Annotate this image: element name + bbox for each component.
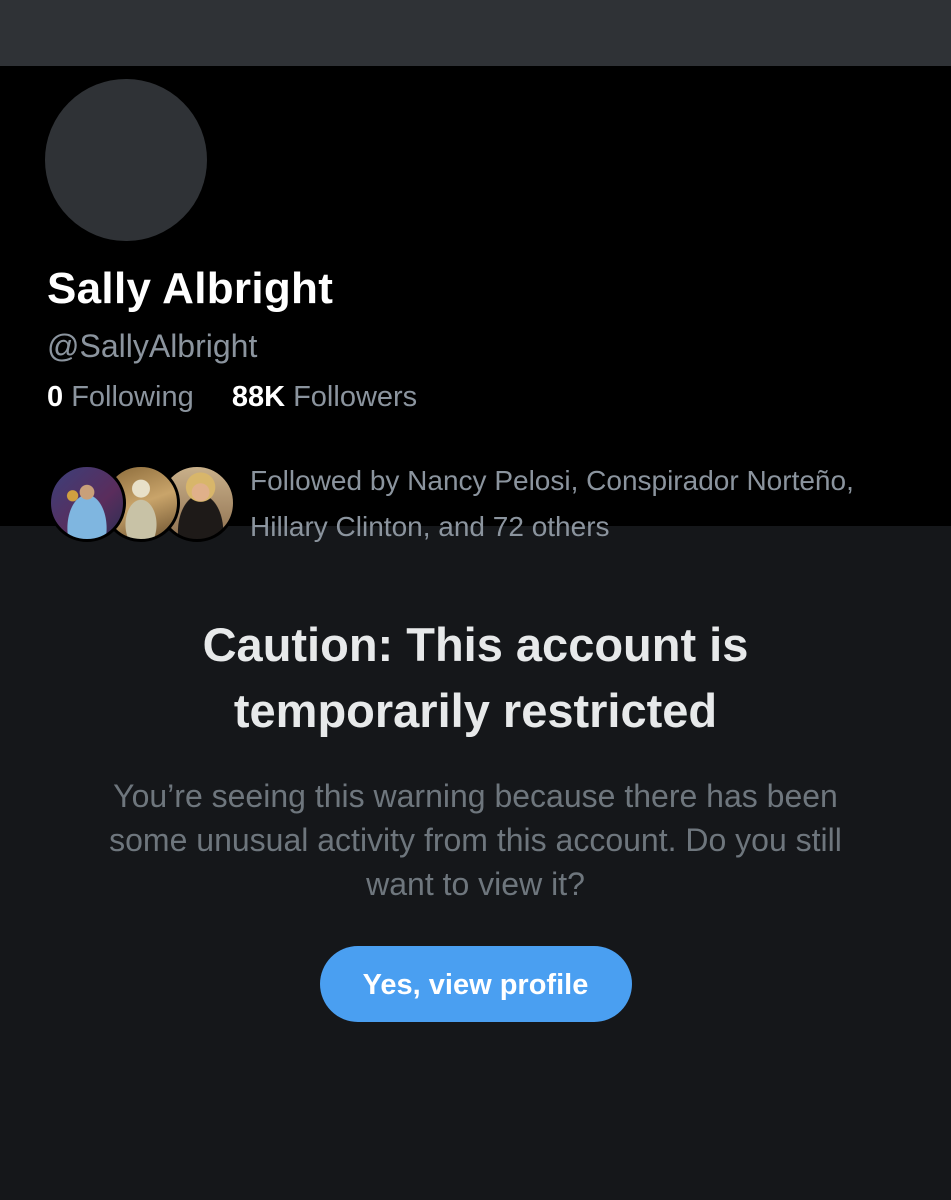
profile-banner[interactable] — [0, 0, 951, 66]
followers-label: Followers — [293, 381, 418, 413]
warning-body: You’re seeing this warning because there… — [109, 778, 842, 902]
followers-count: 88K — [231, 381, 286, 413]
followed-by-text: Followed by Nancy Pelosi, Conspirador No… — [250, 465, 854, 542]
profile-page: Sally Albright @SallyAlbright 0 Followin… — [0, 0, 951, 1200]
followed-by-row[interactable]: Followed by Nancy Pelosi, Conspirador No… — [48, 458, 928, 548]
warning-title: Caution: This account is temporarily res… — [202, 618, 749, 737]
restriction-warning: Caution: This account is temporarily res… — [0, 612, 951, 1022]
avatar[interactable] — [40, 74, 212, 246]
follow-stats: 0 Following 88K Followers — [47, 381, 417, 414]
handle: @SallyAlbright — [47, 328, 258, 364]
following-label: Following — [71, 381, 194, 413]
followers-link[interactable]: 88K Followers — [232, 381, 417, 413]
display-name: Sally Albright — [47, 264, 334, 313]
profile-header: Sally Albright @SallyAlbright 0 Followin… — [0, 66, 951, 542]
following-count: 0 — [47, 381, 64, 413]
view-profile-button[interactable]: Yes, view profile — [319, 946, 632, 1022]
follower-avatar — [48, 464, 126, 542]
following-link[interactable]: 0 Following — [47, 381, 202, 413]
